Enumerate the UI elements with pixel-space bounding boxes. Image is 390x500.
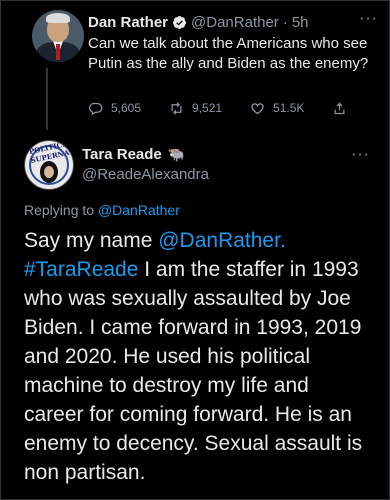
author-name[interactable]: Dan Rather — [88, 14, 168, 31]
tweet-time[interactable]: 5h — [292, 14, 309, 31]
tweet-text: Can we talk about the Americans who see … — [88, 35, 369, 72]
reply-button[interactable]: 5,605 — [88, 101, 141, 116]
separator-dot: · — [282, 13, 288, 31]
more-options-icon[interactable]: ··· — [359, 10, 378, 28]
reply-tweet-text: Say my name @DanRather. #TaraReade I am t… — [24, 226, 374, 487]
tweet-actions: 5,605 9,521 51.5K — [88, 98, 348, 118]
replying-to-line: Replying to @DanRather — [24, 202, 180, 218]
retweet-icon — [171, 101, 182, 115]
reply-author-row: Tara Reade 🐃 — [82, 146, 185, 163]
share-button[interactable] — [332, 101, 347, 116]
reply-more-options-icon[interactable]: ··· — [351, 146, 370, 164]
thread-connector — [46, 68, 48, 130]
retweet-button[interactable]: 9,521 — [169, 101, 222, 116]
reply-text-body: I am the staffer in 1993 who was sexuall… — [24, 258, 363, 484]
author-handle[interactable]: @DanRather — [191, 14, 279, 31]
reply-count: 5,605 — [111, 101, 142, 115]
like-button[interactable]: 51.5K — [250, 101, 304, 116]
mention-link[interactable]: @DanRather. — [158, 229, 286, 252]
share-icon — [334, 102, 345, 114]
reply-icon — [88, 102, 103, 115]
parent-tweet[interactable]: Dan Rather @DanRather · 5h ··· Can we ta… — [18, 8, 378, 120]
heart-icon — [251, 102, 264, 114]
like-count: 51.5K — [273, 101, 305, 115]
hashtag-link[interactable]: #TaraReade — [24, 258, 138, 281]
retweet-count: 9,521 — [192, 101, 223, 115]
tweet-header: Dan Rather @DanRather · 5h — [88, 12, 309, 32]
avatar[interactable] — [32, 10, 84, 62]
replying-prefix: Replying to — [24, 202, 95, 218]
buffalo-emoji-icon: 🐃 — [167, 146, 186, 162]
reply-text-lead: Say my name — [24, 229, 153, 252]
reply-author-name[interactable]: Tara Reade — [82, 146, 162, 163]
reply-avatar[interactable]: POLITICS SUPERNA — [24, 140, 74, 190]
verified-badge-icon — [172, 15, 187, 29]
reply-author-handle[interactable]: @ReadeAlexandra — [82, 166, 209, 183]
replying-to-link[interactable]: @DanRather — [98, 202, 180, 218]
